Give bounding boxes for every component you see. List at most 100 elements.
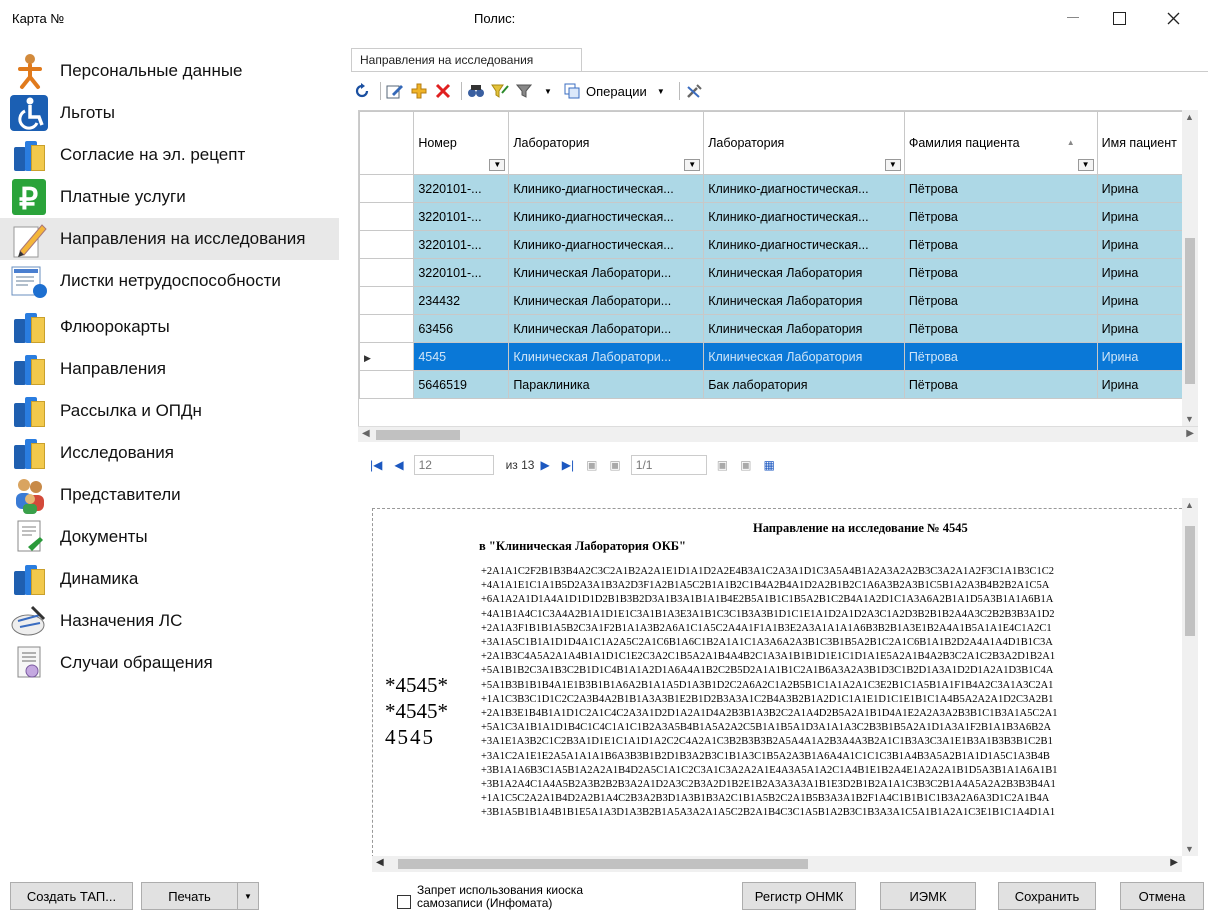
table-row[interactable]: 3220101-... Клинико-диагностическая... Кли… [359,230,1197,259]
table-cell[interactable]: 3220101-... [413,202,510,231]
row-header-cell[interactable] [359,202,415,231]
edit-icon[interactable] [385,80,405,102]
table-cell[interactable]: 3220101-... [413,230,510,259]
table-cell[interactable]: Пётрова [903,174,1098,203]
table-cell[interactable]: Клиническая Лаборатори... [508,258,705,287]
operations-dropdown-icon[interactable]: ▼ [651,80,671,102]
zoom-out-icon[interactable]: ▣ [586,458,597,472]
table-cell[interactable]: Пётрова [903,258,1098,287]
previous-page-icon[interactable]: ◀ [394,458,403,472]
chevron-right-icon[interactable]: ▶ [1186,428,1194,439]
last-page-icon[interactable]: ▶| [562,458,574,472]
sidebar-item-paid-services[interactable]: ₽ Платные услуги [0,176,339,218]
column-header-number[interactable]: Номер ▼ [413,111,510,175]
zoom-input[interactable]: 1/1 [630,455,707,475]
scrollbar-thumb[interactable] [376,430,460,440]
column-header-patient-surname[interactable]: Фамилия пациента ▲ ▼ [903,111,1098,175]
grid-vertical-scrollbar[interactable]: ▲ ▼ [1182,110,1198,426]
table-cell[interactable]: Клиническая Лаборатори... [508,342,705,371]
kiosk-ban-checkbox[interactable] [397,895,411,909]
chevron-left-icon[interactable]: ◀ [362,428,370,439]
column-header-laboratory-2[interactable]: Лаборатория ▼ [703,111,905,175]
table-cell[interactable]: Клинико-диагностическая... [508,174,705,203]
sidebar-item-prescriptions[interactable]: Назначения ЛС [0,600,339,642]
zoom-in-icon[interactable]: ▣ [609,458,620,472]
scrollbar-thumb[interactable] [1185,526,1195,636]
table-cell[interactable]: Клиническая Лаборатория [703,314,905,343]
print-dropdown-icon[interactable]: ▼ [237,882,259,910]
scrollbar-thumb[interactable] [398,859,808,869]
sidebar-item-research-referrals[interactable]: Направления на исследования [0,218,339,260]
table-cell[interactable]: 3220101-... [413,174,510,203]
filter-clear-icon[interactable] [490,80,510,102]
print-button[interactable]: Печать [141,882,237,910]
table-row[interactable]: 234432 Клиническая Лаборатори... Клиническ… [359,286,1197,315]
table-cell[interactable]: Бак лаборатория [703,370,905,399]
table-row[interactable]: 5646519 Параклиника Бак лаборатория Пётрова… [359,370,1197,399]
chevron-down-icon[interactable]: ▼ [684,159,701,171]
settings-icon[interactable] [684,80,704,102]
refresh-icon[interactable] [352,80,372,102]
row-header-cell[interactable] [359,314,415,343]
table-view-icon[interactable]: ▦ [763,458,774,472]
chevron-down-icon[interactable]: ▼ [1077,159,1094,171]
table-row[interactable]: ▶ 4545 Клиническая Лаборатори... Клиническа… [359,342,1197,371]
table-cell[interactable]: 4545 [413,342,510,371]
scrollbar-thumb[interactable] [1185,238,1195,384]
table-row[interactable]: 63456 Клиническая Лаборатори... Клиническа… [359,314,1197,343]
sidebar-item-dynamics[interactable]: Динамика [0,558,339,600]
table-cell[interactable]: Клинико-диагностическая... [703,174,905,203]
table-cell[interactable]: Параклиника [508,370,705,399]
operations-button[interactable]: Операции [586,80,647,102]
table-cell[interactable]: Клинико-диагностическая... [703,230,905,259]
sidebar-item-referrals[interactable]: Направления [0,348,339,390]
chevron-down-icon[interactable]: ▼ [1185,414,1194,424]
sidebar-item-research[interactable]: Исследования [0,432,339,474]
table-cell[interactable]: 63456 [413,314,510,343]
sidebar-item-fluorocards[interactable]: Флюорокарты [0,306,339,348]
table-cell[interactable]: Пётрова [903,286,1098,315]
first-page-icon[interactable]: |◀ [370,458,382,472]
row-header-cell[interactable]: ▶ [359,342,415,371]
table-cell[interactable]: Клиническая Лаборатория [703,258,905,287]
chevron-right-icon[interactable]: ▶ [1170,857,1178,868]
delete-icon[interactable] [433,80,453,102]
table-cell[interactable]: Клиническая Лаборатори... [508,286,705,315]
table-cell[interactable]: 3220101-... [413,258,510,287]
table-cell[interactable]: Пётрова [903,370,1098,399]
table-cell[interactable]: Клиническая Лаборатория [703,286,905,315]
next-page-icon[interactable]: ▶ [540,458,549,472]
maximize-icon[interactable] [1096,0,1142,36]
table-cell[interactable]: 5646519 [413,370,510,399]
table-cell[interactable]: Клинико-диагностическая... [703,202,905,231]
sidebar-item-erecipe-consent[interactable]: Согласие на эл. рецепт [0,134,339,176]
table-row[interactable]: 3220101-... Клинико-диагностическая... Кли… [359,202,1197,231]
tab-research-referrals[interactable]: Направления на исследования [351,48,582,72]
chevron-up-icon[interactable]: ▲ [1185,500,1194,510]
sidebar-item-cases[interactable]: Случаи обращения [0,642,339,684]
chevron-down-icon[interactable]: ▼ [489,159,506,171]
column-header-laboratory[interactable]: Лаборатория ▼ [508,111,705,175]
table-cell[interactable]: Пётрова [903,202,1098,231]
table-row[interactable]: 3220101-... Клиническая Лаборатори... Клин… [359,258,1197,287]
create-tap-button[interactable]: Создать ТАП... [10,882,133,910]
row-header-cell[interactable] [359,174,415,203]
row-header-cell[interactable] [359,286,415,315]
print-preview-icon[interactable]: ▣ [717,458,728,472]
table-row[interactable]: 3220101-... Клинико-диагностическая... Кли… [359,174,1197,203]
filter-icon[interactable] [514,80,534,102]
operations-icon[interactable] [562,80,582,102]
table-cell[interactable]: Клинико-диагностическая... [508,202,705,231]
grid-horizontal-scrollbar[interactable]: ◀ ▶ [358,426,1198,442]
table-cell[interactable]: Клиническая Лаборатория [703,342,905,371]
onmk-register-button[interactable]: Регистр ОНМК [742,882,856,910]
chevron-left-icon[interactable]: ◀ [376,857,384,868]
sidebar-item-documents[interactable]: Документы [0,516,339,558]
sidebar-item-benefits[interactable]: Льготы [0,92,339,134]
export-icon[interactable]: ▣ [740,458,751,472]
document-horizontal-scrollbar[interactable]: ◀ ▶ [372,856,1182,872]
table-cell[interactable]: Клиническая Лаборатори... [508,314,705,343]
sidebar-item-representatives[interactable]: Представители [0,474,339,516]
sidebar-item-sick-leave[interactable]: Листки нетрудоспособности [0,260,339,302]
row-header-cell[interactable] [359,258,415,287]
